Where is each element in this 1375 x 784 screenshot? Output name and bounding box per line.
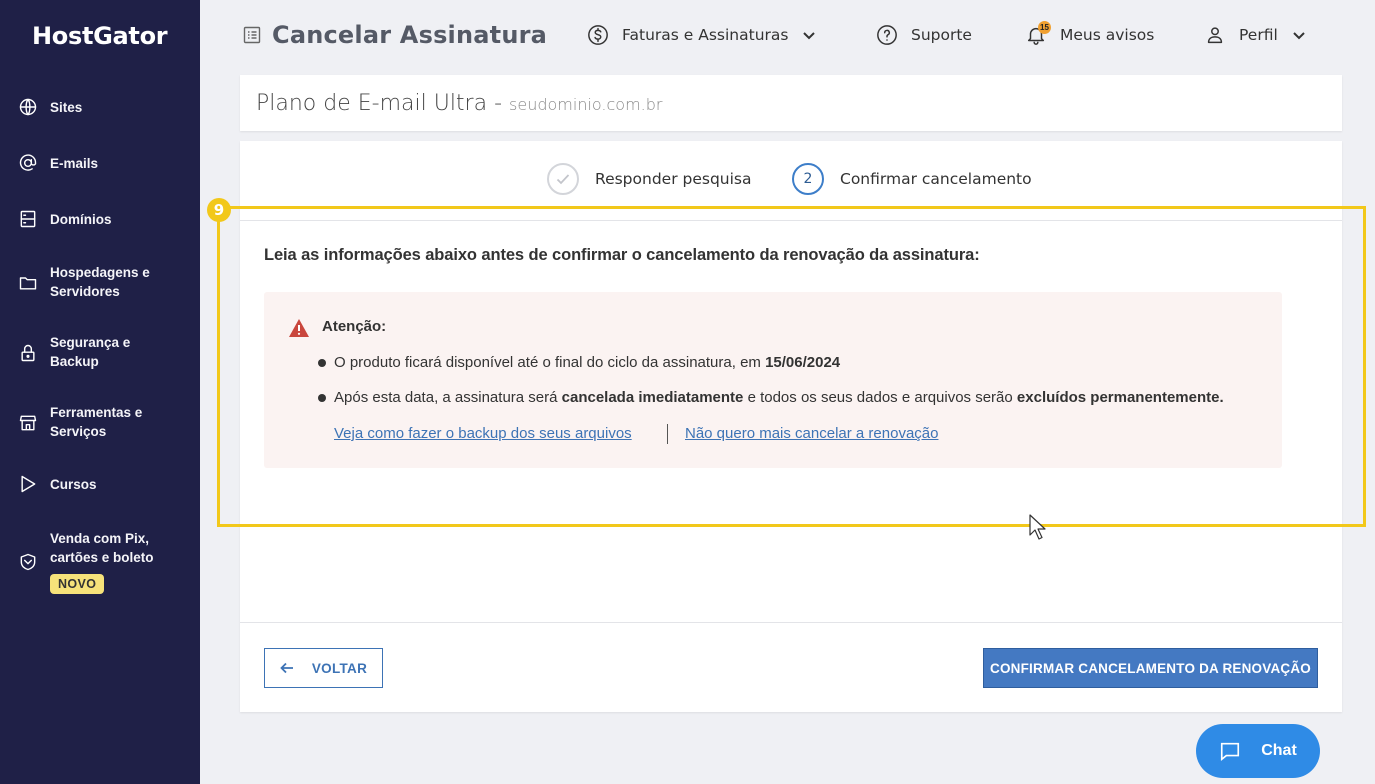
server-icon [17,208,39,230]
sidebar-item-cursos[interactable]: Cursos [0,474,200,494]
sidebar: HostGator Sites E-mails Domínios Hospeda… [0,0,200,784]
plan-name: Plano de E-mail Ultra - [256,91,503,116]
step-label: Responder pesquisa [595,170,752,188]
nav-label: Suporte [911,26,972,44]
chat-label: Chat [1261,742,1297,759]
dollar-icon [588,25,608,45]
lock-icon [17,342,39,364]
sidebar-item-dominios[interactable]: Domínios [0,209,200,229]
nav-suporte[interactable]: Suporte [876,24,972,46]
folder-icon [17,272,39,294]
confirm-cancel-renewal-button[interactable]: CONFIRMAR CANCELAMENTO DA RENOVAÇÃO [983,648,1318,688]
sidebar-item-emails[interactable]: E-mails [0,153,200,173]
step-responder-pesquisa: Responder pesquisa [547,163,752,195]
plan-title: Plano de E-mail Ultra - seudominio.com.b… [256,91,663,116]
mouse-cursor-icon [1029,514,1046,540]
nav-label: Meus avisos [1060,26,1155,44]
plan-card: Plano de E-mail Ultra - seudominio.com.b… [240,75,1342,131]
nav-faturas-assinaturas[interactable]: Faturas e Assinaturas [587,24,816,46]
bullet-text: Após esta data, a assinatura será [334,389,562,406]
at-icon [17,152,39,174]
user-icon [1207,27,1223,44]
help-icon [877,25,897,45]
alert-bullet: O produto ficará disponível até o final … [318,354,840,371]
backup-guide-link[interactable]: Veja como fazer o backup dos seus arquiv… [334,425,632,442]
step-confirmar-cancelamento: 2 Confirmar cancelamento [792,163,1032,195]
store-icon [17,412,39,434]
nav-perfil[interactable]: Perfil [1204,24,1306,46]
alert-bullet: Após esta data, a assinatura será cancel… [318,389,1224,406]
sidebar-item-label: Domínios [50,211,112,227]
back-button-label: VOLTAR [311,660,368,676]
availability-date: 15/06/2024 [765,354,841,371]
chat-button[interactable]: Chat [1196,724,1320,778]
back-button[interactable]: VOLTAR [264,648,383,688]
notification-count-badge: 15 [1038,21,1051,34]
bullet-text: e todos os seus dados e arquivos serão [743,389,1017,406]
divider [240,622,1342,623]
play-icon [17,473,39,495]
link-separator [667,424,668,444]
check-icon [556,174,570,185]
new-badge: NOVO [50,574,105,594]
sidebar-item-ferramentas[interactable]: Ferramentas e Serviços [0,403,200,441]
sidebar-item-label: Cursos [50,476,97,492]
bullet-bold: excluídos permanentemente. [1016,389,1224,406]
sidebar-item-sites[interactable]: Sites [0,97,200,117]
lead-text: Leia as informações abaixo antes de conf… [264,246,980,264]
sidebar-item-venda-pix[interactable]: Venda com Pix, cartões e boleto [0,529,200,571]
chevron-down-icon [803,32,816,40]
keep-renewal-link[interactable]: Não quero mais cancelar a renovação [685,425,938,442]
alert-title: Atenção: [322,318,387,335]
arrow-left-icon [280,662,293,674]
sidebar-item-label: Ferramentas e Serviços [50,405,143,439]
sidebar-item-label: Hospedagens e Servidores [50,265,150,299]
step-label: Confirmar cancelamento [840,170,1032,188]
divider [240,220,1342,221]
cancel-card: Responder pesquisa 2 Confirmar cancelame… [240,141,1342,712]
nav-label: Faturas e Assinaturas [622,26,789,44]
sidebar-item-hospedagens[interactable]: Hospedagens e Servidores [0,263,200,301]
sidebar-item-label: Venda com Pix, cartões e boleto [50,531,154,565]
step-number: 2 [792,163,824,195]
sidebar-item-label: Segurança e Backup [50,335,131,369]
page-title: Cancelar Assinatura [272,21,548,49]
warning-alert: Atenção: O produto ficará disponível até… [264,292,1282,468]
step-done-circle [547,163,579,195]
warning-icon [289,319,309,337]
chevron-down-icon [1293,32,1305,40]
chat-icon [1221,742,1240,761]
highlight-step-badge: 9 [207,198,231,222]
sidebar-item-label: Sites [50,99,83,115]
plan-domain: seudominio.com.br [509,95,663,114]
nav-label: Perfil [1239,26,1278,44]
bullet-bold: cancelada imediatamente [561,389,744,406]
sidebar-item-label: E-mails [50,155,99,171]
list-icon [243,26,261,44]
shield-icon [17,551,39,573]
bullet-text: O produto ficará disponível até o final … [334,354,766,371]
globe-icon [17,96,39,118]
sidebar-item-seguranca[interactable]: Segurança e Backup [0,333,200,371]
hostgator-logo[interactable]: HostGator [32,22,168,50]
